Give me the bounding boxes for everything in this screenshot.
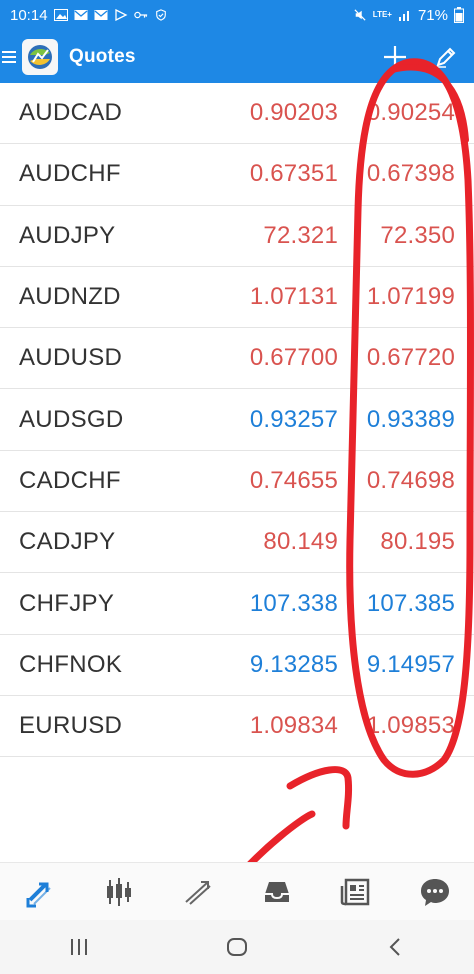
- play-store-icon: [114, 9, 128, 21]
- signal-icon: [398, 11, 409, 21]
- battery-percent: 71%: [417, 6, 448, 24]
- chart-candles-icon: [106, 877, 131, 906]
- quote-row-audchf[interactable]: AUDCHF 0.67351 0.67398: [0, 144, 474, 206]
- network-type: LTE+: [372, 10, 392, 19]
- quote-ask: 0.90254: [366, 99, 455, 127]
- quote-bid: 1.09834: [249, 712, 338, 740]
- quote-symbol: AUDUSD: [19, 344, 123, 372]
- quote-bid: 107.338: [249, 589, 338, 617]
- app-bar-actions: [382, 44, 458, 70]
- page-title: Quotes: [69, 45, 136, 67]
- quote-symbol: CHFNOK: [19, 650, 123, 678]
- battery-icon: [454, 7, 464, 23]
- quote-bid: 0.67351: [249, 160, 338, 188]
- edit-pencil-icon[interactable]: [434, 45, 458, 69]
- back-button[interactable]: [375, 927, 415, 967]
- quote-bid: 0.93257: [249, 405, 338, 433]
- quote-bid: 1.07131: [249, 283, 338, 311]
- recent-apps-button[interactable]: [59, 927, 99, 967]
- quote-bid: 9.13285: [249, 650, 338, 678]
- quote-row-chfjpy[interactable]: CHFJPY 107.338 107.385: [0, 573, 474, 635]
- quote-row-audusd[interactable]: AUDUSD 0.67700 0.67720: [0, 328, 474, 390]
- mail-icon-2: [94, 10, 108, 20]
- quote-symbol: AUDNZD: [19, 283, 121, 311]
- status-bar: 10:14 LTE+ 71%: [0, 0, 474, 30]
- quote-symbol: AUDSGD: [19, 405, 124, 433]
- quote-ask: 72.350: [380, 221, 455, 249]
- quote-row-eurusd[interactable]: EURUSD 1.09834 1.09853: [0, 696, 474, 758]
- quote-ask: 9.14957: [366, 650, 455, 678]
- bottom-nav: [0, 862, 474, 920]
- quote-ask: 107.385: [366, 589, 455, 617]
- nav-history[interactable]: [257, 872, 297, 912]
- gallery-icon: [53, 9, 68, 21]
- quote-ask: 0.93389: [366, 405, 455, 433]
- quote-row-audnzd[interactable]: AUDNZD 1.07131 1.07199: [0, 267, 474, 329]
- quote-ask: 1.07199: [366, 283, 455, 311]
- news-icon: [340, 878, 369, 905]
- quote-symbol: EURUSD: [19, 712, 123, 740]
- quote-symbol: CADCHF: [19, 466, 121, 494]
- quotes-arrows-icon: [26, 882, 51, 907]
- quote-symbol: AUDCAD: [19, 99, 123, 127]
- trade-icon: [184, 880, 211, 905]
- metatrader-logo-icon: [22, 38, 58, 75]
- mute-icon: [354, 9, 366, 21]
- quote-bid: 0.90203: [249, 99, 338, 127]
- quote-bid: 0.67700: [249, 344, 338, 372]
- quote-row-audcad[interactable]: AUDCAD 0.90203 0.90254: [0, 83, 474, 145]
- home-button[interactable]: [217, 927, 257, 967]
- status-right: LTE+ 71%: [353, 7, 464, 24]
- status-time: 10:14: [10, 6, 48, 24]
- back-chevron-icon: [389, 938, 400, 956]
- quote-bid: 80.149: [263, 528, 338, 556]
- quote-row-audsgd[interactable]: AUDSGD 0.93257 0.93389: [0, 389, 474, 451]
- menu-icon[interactable]: [2, 49, 16, 65]
- status-left: 10:14: [10, 7, 168, 24]
- nav-quotes[interactable]: [20, 872, 60, 912]
- nav-messages[interactable]: [415, 872, 455, 912]
- nav-trade[interactable]: [178, 872, 218, 912]
- quote-ask: 1.09853: [366, 712, 455, 740]
- quote-symbol: AUDJPY: [19, 221, 116, 249]
- quote-ask: 0.67720: [366, 344, 455, 372]
- app-bar: Quotes: [0, 30, 474, 83]
- quote-row-chfnok[interactable]: CHFNOK 9.13285 9.14957: [0, 635, 474, 696]
- mail-icon: [74, 10, 88, 20]
- quote-bid: 72.321: [263, 221, 338, 249]
- history-inbox-icon: [264, 881, 289, 902]
- quote-symbol: CHFJPY: [19, 589, 115, 617]
- shield-icon: [155, 9, 166, 21]
- recent-apps-icon: [71, 939, 87, 955]
- nav-chart[interactable]: [99, 872, 139, 912]
- key-icon: [133, 11, 147, 19]
- system-nav-bar: [0, 920, 474, 974]
- quote-row-cadjpy[interactable]: CADJPY 80.149 80.195: [0, 512, 474, 574]
- quote-symbol: AUDCHF: [19, 160, 121, 188]
- home-icon: [227, 938, 247, 956]
- quote-ask: 80.195: [380, 528, 455, 556]
- add-icon[interactable]: [382, 44, 408, 70]
- quote-ask: 0.67398: [366, 160, 455, 188]
- quote-row-audjpy[interactable]: AUDJPY 72.321 72.350: [0, 206, 474, 267]
- messages-chat-icon: [420, 878, 449, 906]
- quote-symbol: CADJPY: [19, 528, 116, 556]
- nav-news[interactable]: [336, 872, 376, 912]
- quotes-list: AUDCAD 0.90203 0.90254 AUDCHF 0.67351 0.…: [0, 83, 474, 758]
- quote-row-cadchf[interactable]: CADCHF 0.74655 0.74698: [0, 451, 474, 513]
- quote-ask: 0.74698: [366, 466, 455, 494]
- quote-bid: 0.74655: [249, 466, 338, 494]
